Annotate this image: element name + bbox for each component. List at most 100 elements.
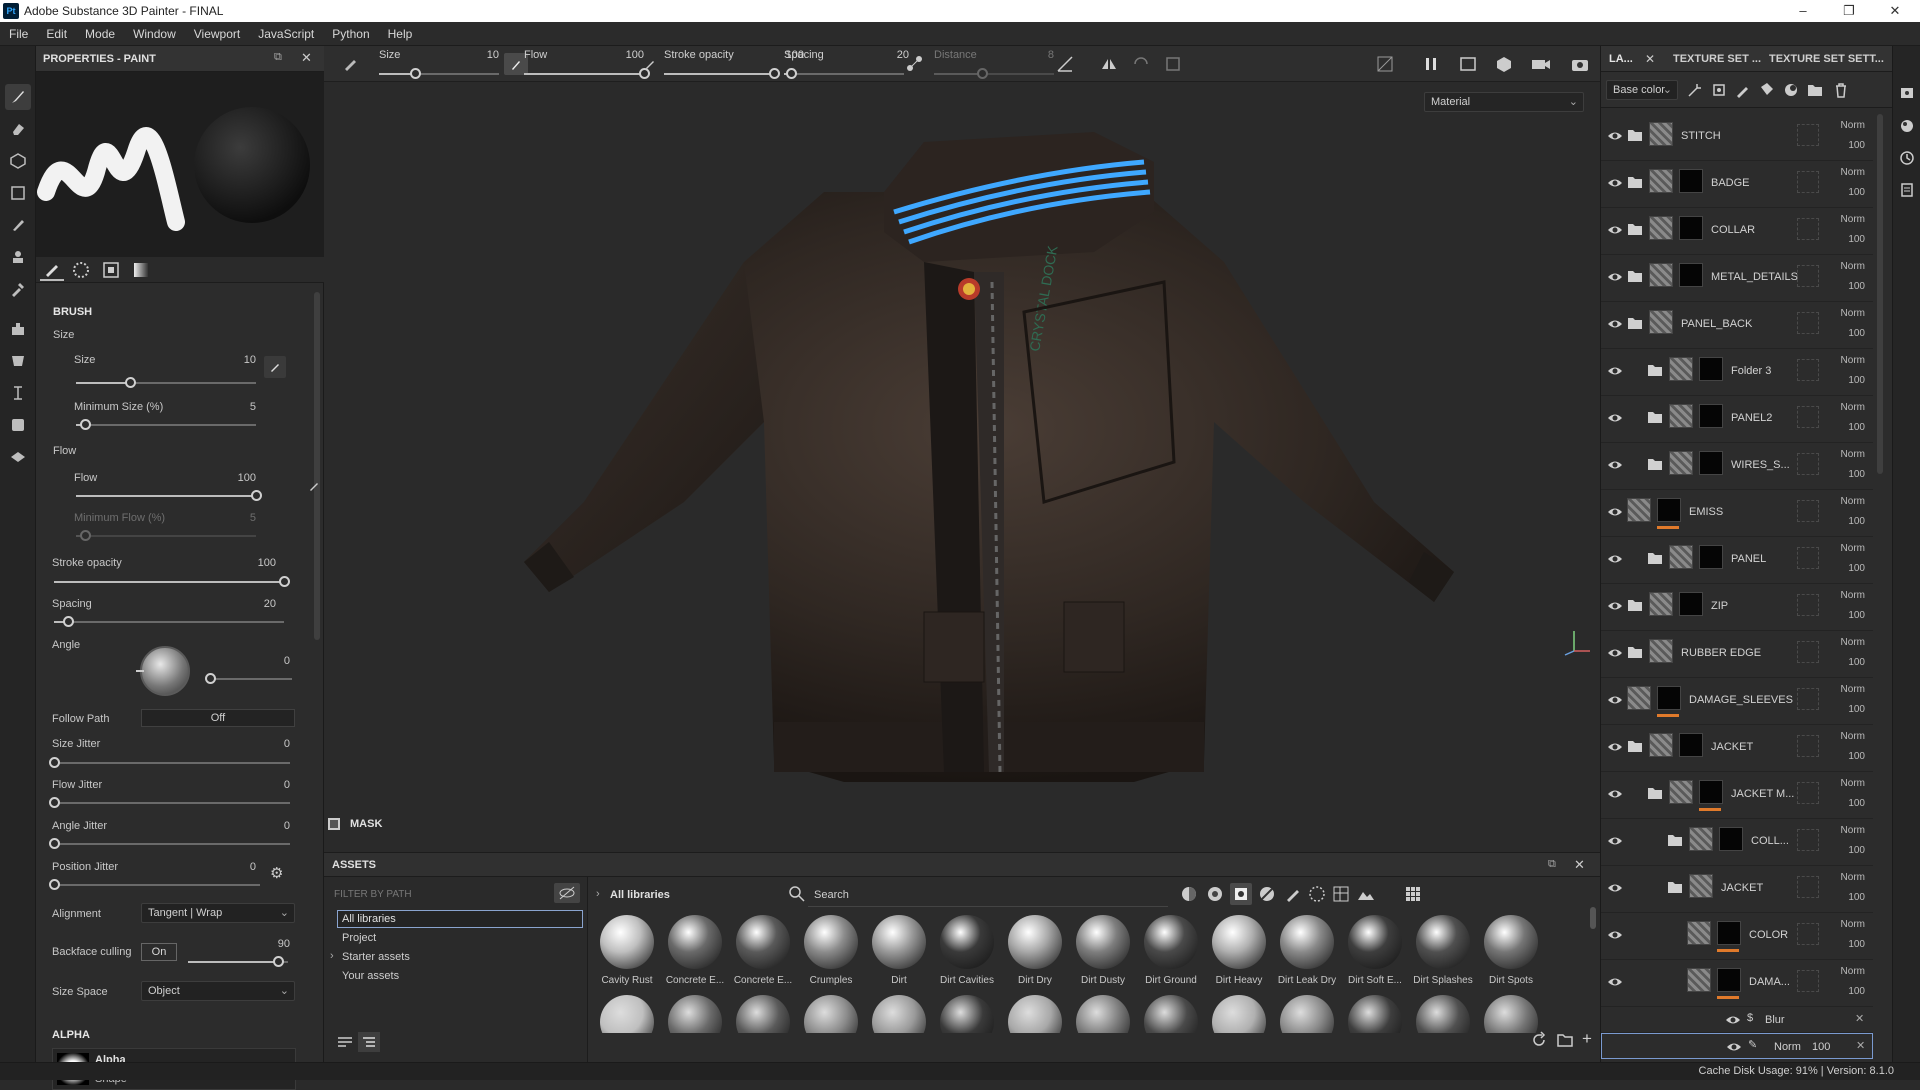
menu-mode[interactable]: Mode [76,22,124,46]
drop-slot[interactable] [1797,453,1819,475]
close-icon[interactable]: ✕ [1574,857,1585,873]
properties-scrollbar[interactable] [314,292,320,640]
blend-mode[interactable]: Norm [1841,167,1865,178]
layer-row[interactable]: METAL_DETAILS Norm 100 [1601,255,1873,302]
mask-thumbnail[interactable] [1679,263,1703,287]
eye-icon[interactable] [1607,645,1623,661]
close-icon[interactable]: ✕ [1645,52,1655,66]
drop-slot[interactable] [1797,735,1819,757]
maximize-button[interactable]: ❐ [1826,0,1872,22]
layer-opacity[interactable]: 100 [1848,516,1865,527]
layer-row[interactable]: PANEL_BACK Norm 100 [1601,302,1873,349]
eye-icon[interactable] [1607,410,1623,426]
blend-mode[interactable]: Norm [1841,120,1865,131]
pen-pressure-icon[interactable] [264,356,286,378]
tab-texture-set-list[interactable]: TEXTURE SET ... [1673,53,1761,65]
drop-slot[interactable] [1797,265,1819,287]
eye-icon[interactable] [1607,927,1623,943]
spacing-slider[interactable] [54,616,284,627]
close-icon[interactable]: ✕ [1855,1012,1864,1025]
layer-row[interactable]: DAMA... Norm 100 [1601,960,1873,1007]
layer-name[interactable]: ZIP [1711,600,1728,612]
effect-opacity[interactable]: 100 [1812,1041,1830,1053]
asset-thumbnail[interactable] [1212,915,1266,969]
tree-item-starter-assets[interactable]: Starter assets [342,951,410,963]
blend-mode[interactable]: Norm [1841,778,1865,789]
eraser-icon[interactable] [5,116,31,142]
assets-breadcrumb[interactable]: All libraries [610,889,670,901]
spacing-value[interactable]: 20 [236,598,276,610]
layer-opacity[interactable]: 100 [1848,986,1865,997]
blend-mode[interactable]: Norm [1841,684,1865,695]
menu-window[interactable]: Window [124,22,185,46]
layer-row[interactable]: EMISS Norm 100 [1601,490,1873,537]
eye-icon[interactable] [1607,598,1623,614]
mask-thumbnail[interactable] [1717,921,1741,945]
undock-icon[interactable]: ⧉ [274,51,282,64]
layer-row[interactable]: Folder 3 Norm 100 [1601,349,1873,396]
add-folder-icon[interactable] [1807,82,1823,101]
blend-mode[interactable]: Norm [1841,261,1865,272]
tree-view-icon[interactable] [358,1032,380,1052]
layer-name[interactable]: COLOR [1749,929,1788,941]
spacing-knob[interactable] [62,616,74,627]
blend-mode[interactable]: Norm [1841,637,1865,648]
refresh-icon[interactable] [1530,1031,1548,1052]
filter-texture-icon[interactable] [1332,885,1350,906]
layer-row[interactable]: COLOR Norm 100 [1601,913,1873,960]
asset-thumbnail[interactable] [804,995,858,1033]
layer-row[interactable]: JACKET M... Norm 100 [1601,772,1873,819]
eye-icon[interactable] [1607,786,1623,802]
drop-slot[interactable] [1797,782,1819,804]
stroke-opacity-slider[interactable] [54,576,290,587]
blend-mode[interactable]: Norm [1841,919,1865,930]
flow-pressure-icon[interactable] [308,478,322,495]
layer-name[interactable]: DAMA... [1749,976,1790,988]
position-jitter-slider[interactable] [49,879,260,890]
add-paint-layer-icon[interactable] [1735,82,1751,101]
asset-thumbnail[interactable] [736,995,790,1033]
close-icon[interactable]: ✕ [301,50,312,66]
material-icon[interactable] [72,261,90,282]
blend-mode[interactable]: Norm [1841,214,1865,225]
layer-row[interactable]: WIRES_S... Norm 100 [1601,443,1873,490]
size-jitter-slider[interactable] [49,757,290,768]
layer-name[interactable]: STITCH [1681,130,1721,142]
add-mask-icon[interactable] [1711,82,1727,101]
layer-opacity[interactable]: 100 [1848,328,1865,339]
screenshot-icon[interactable] [1570,55,1590,76]
size-slider[interactable] [76,377,256,388]
new-folder-icon[interactable] [1556,1031,1574,1052]
asset-thumbnail[interactable] [600,995,654,1033]
filter-material-icon[interactable] [1180,885,1198,906]
eye-icon[interactable] [1607,974,1623,990]
viewport[interactable]: CRYSTAL DOCK MASK Material ⌄ [324,46,1600,852]
mask-thumbnail[interactable] [1679,733,1703,757]
blend-mode[interactable]: Norm [1841,402,1865,413]
asset-thumbnail[interactable] [736,915,790,969]
viewer-icon[interactable] [5,444,31,470]
menu-python[interactable]: Python [323,22,378,46]
layer-name[interactable]: Folder 3 [1731,365,1771,377]
flow-jitter-slider[interactable] [49,797,290,808]
layer-name[interactable]: WIRES_S... [1731,459,1790,471]
flow-pressure-icon[interactable] [644,56,658,73]
asset-thumbnail[interactable] [1280,995,1334,1033]
blend-mode[interactable]: Norm [1841,355,1865,366]
layer-row[interactable]: RUBBER EDGE Norm 100 [1601,631,1873,678]
mask-checkbox[interactable] [328,818,340,830]
add-mask-generator-icon[interactable] [1783,82,1799,101]
flow-jitter-knob[interactable] [49,797,60,808]
filter-filter-icon[interactable] [1258,885,1276,906]
history-icon[interactable] [1899,150,1915,169]
toolbar-flow-slider[interactable] [524,68,650,79]
effect-name[interactable]: Blur [1765,1014,1785,1026]
drop-slot[interactable] [1797,641,1819,663]
flow-value[interactable]: 100 [216,472,256,484]
menu-javascript[interactable]: JavaScript [249,22,323,46]
layer-row[interactable]: ZIP Norm 100 [1601,584,1873,631]
backface-knob[interactable] [273,956,284,967]
blend-mode[interactable]: Norm [1841,590,1865,601]
asset-thumbnail[interactable] [1144,995,1198,1033]
mask-thumbnail[interactable] [1679,216,1703,240]
